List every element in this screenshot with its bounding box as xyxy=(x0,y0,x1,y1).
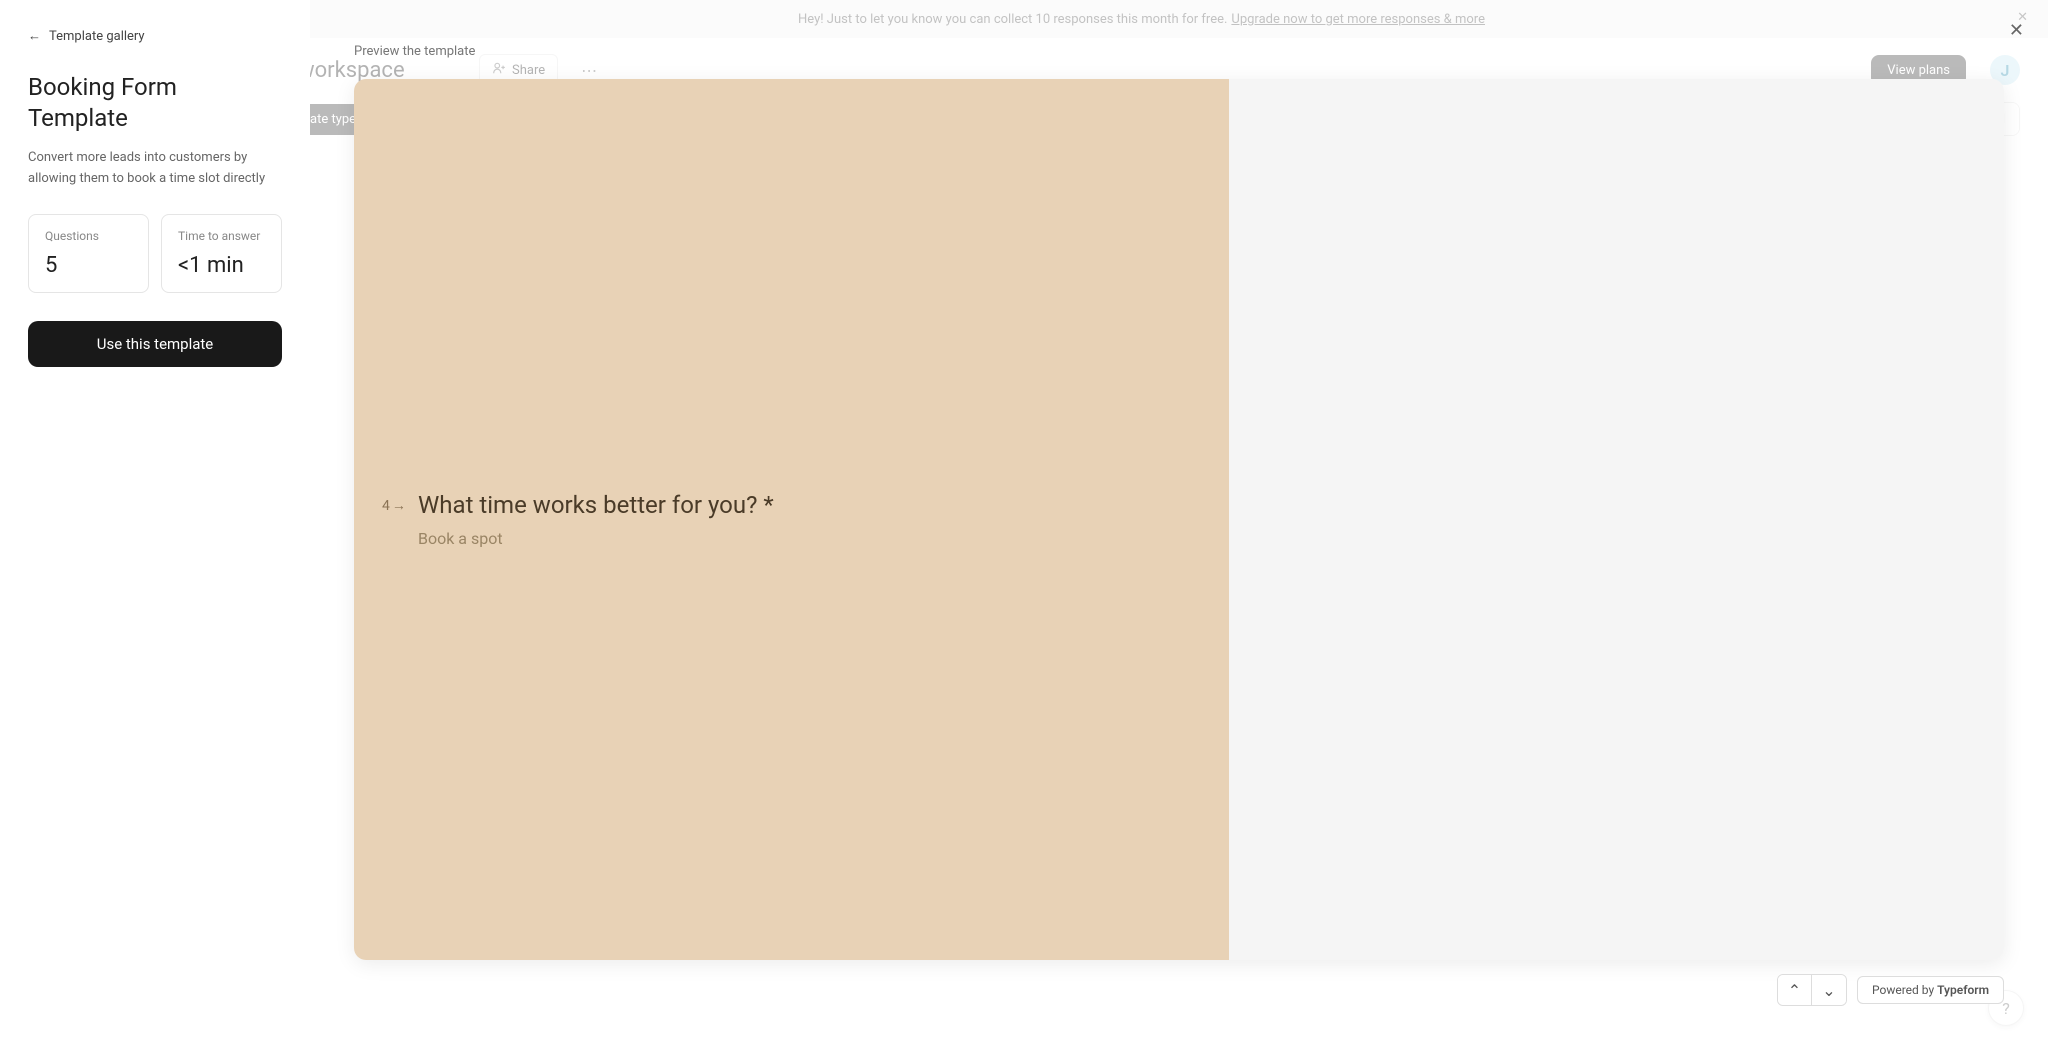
stats-row: Questions 5 Time to answer <1 min xyxy=(28,214,282,293)
close-icon[interactable]: ✕ xyxy=(2009,20,2024,41)
powered-brand: Typeform xyxy=(1937,983,1989,997)
chevron-down-icon: ⌄ xyxy=(1822,981,1835,1000)
back-link[interactable]: ← Template gallery xyxy=(28,28,282,44)
back-label: Template gallery xyxy=(49,29,145,44)
powered-prefix: Powered by xyxy=(1872,983,1937,997)
prev-button[interactable]: ⌃ xyxy=(1778,975,1812,1005)
modal-sidebar: ← Template gallery Booking Form Template… xyxy=(0,0,310,1050)
question-subtitle: Book a spot xyxy=(418,529,1179,548)
modal-preview: ✕ Preview the template 4→ What time work… xyxy=(310,0,2048,1050)
template-description: Convert more leads into customers by all… xyxy=(28,148,282,190)
time-value: <1 min xyxy=(178,253,265,278)
chevron-up-icon: ⌃ xyxy=(1788,981,1801,1000)
powered-by-badge[interactable]: Powered by Typeform xyxy=(1857,976,2004,1004)
template-title: Booking Form Template xyxy=(28,72,282,134)
arrow-left-icon: ← xyxy=(28,28,41,44)
template-preview-modal: ← Template gallery Booking Form Template… xyxy=(0,0,2048,1050)
nav-buttons: ⌃ ⌄ xyxy=(1777,974,1847,1006)
questions-label: Questions xyxy=(45,229,132,243)
preview-image-pane xyxy=(1229,79,2004,960)
preview-label: Preview the template xyxy=(354,44,2004,59)
time-stat: Time to answer <1 min xyxy=(161,214,282,293)
questions-stat: Questions 5 xyxy=(28,214,149,293)
next-button[interactable]: ⌄ xyxy=(1812,975,1846,1005)
time-label: Time to answer xyxy=(178,229,265,243)
use-template-button[interactable]: Use this template xyxy=(28,321,282,367)
preview-question-pane: 4→ What time works better for you? * Boo… xyxy=(354,79,1229,960)
preview-frame: 4→ What time works better for you? * Boo… xyxy=(354,79,2004,960)
question-index: 4→ xyxy=(382,497,406,514)
question-text: What time works better for you? * xyxy=(418,491,1179,519)
preview-footer: ⌃ ⌄ Powered by Typeform xyxy=(354,974,2004,1006)
questions-value: 5 xyxy=(45,253,132,278)
